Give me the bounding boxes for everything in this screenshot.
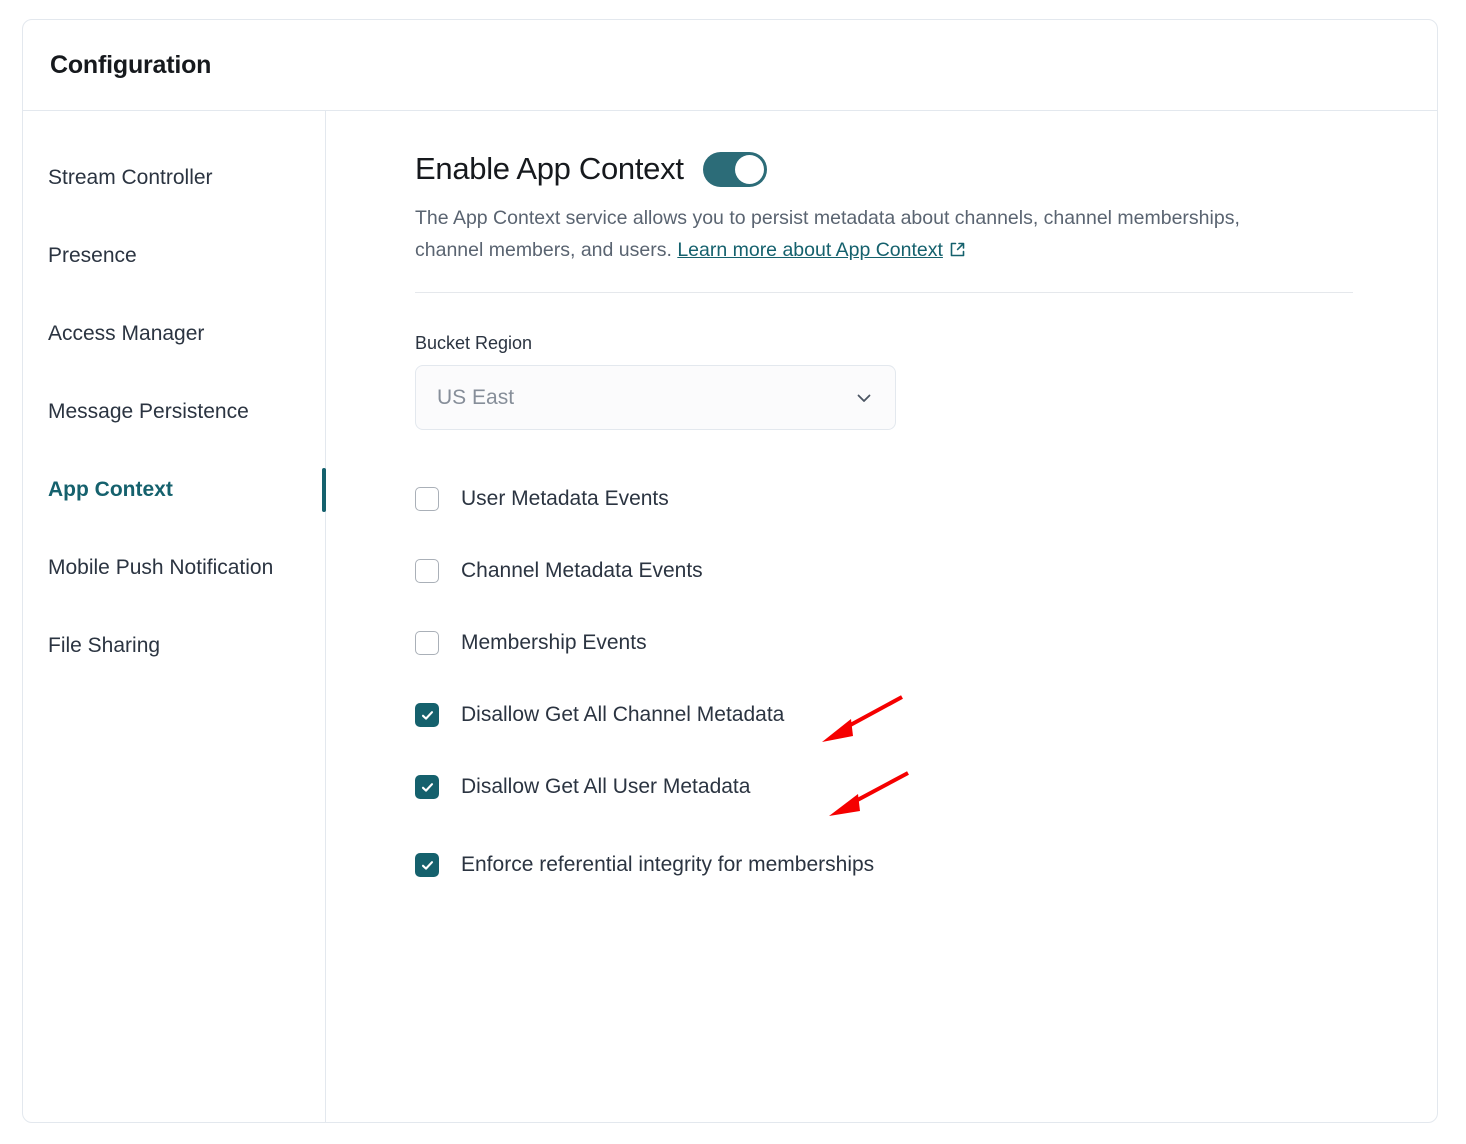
checkbox-list: User Metadata Events Channel Metadata Ev… [415,463,1369,907]
external-link-icon [949,237,966,269]
bucket-region-label: Bucket Region [415,333,1369,354]
configuration-card: Configuration Stream Controller Presence… [22,19,1438,1123]
sidebar-item-file-sharing[interactable]: File Sharing [23,607,325,685]
section-heading-row: Enable App Context [415,151,1369,187]
checkbox-user-metadata-events[interactable] [415,487,439,511]
sidebar-item-label: Mobile Push Notification [48,556,273,580]
sidebar-item-label: Presence [48,244,137,268]
toggle-knob [735,155,764,184]
page-title: Configuration [50,51,211,80]
check-icon [420,780,435,795]
checkbox-membership-events[interactable] [415,631,439,655]
checkbox-channel-metadata-events[interactable] [415,559,439,583]
bucket-region-select[interactable]: US East [415,365,896,430]
sidebar-item-mobile-push-notification[interactable]: Mobile Push Notification [23,529,325,607]
checkbox-label: Membership Events [461,626,647,660]
checkbox-row-channel-metadata-events[interactable]: Channel Metadata Events [415,535,1369,607]
sidebar-item-stream-controller[interactable]: Stream Controller [23,139,325,217]
bucket-region-value: US East [437,386,853,410]
section-title: Enable App Context [415,151,684,187]
sidebar-item-presence[interactable]: Presence [23,217,325,295]
checkbox-label: Disallow Get All User Metadata [461,770,750,804]
checkbox-label: Enforce referential integrity for member… [461,848,874,882]
checkbox-enforce-referential-integrity[interactable] [415,853,439,877]
check-icon [420,858,435,873]
checkbox-row-membership-events[interactable]: Membership Events [415,607,1369,679]
checkbox-label: Disallow Get All Channel Metadata [461,698,784,732]
checkbox-disallow-get-all-channel-metadata[interactable] [415,703,439,727]
checkbox-row-enforce-referential-integrity[interactable]: Enforce referential integrity for member… [415,823,1369,907]
bucket-region-field: Bucket Region US East [415,333,1369,430]
checkbox-label: User Metadata Events [461,482,669,516]
checkbox-label: Channel Metadata Events [461,554,703,588]
checkbox-row-disallow-get-all-channel-metadata[interactable]: Disallow Get All Channel Metadata [415,679,1369,751]
learn-more-link[interactable]: Learn more about App Context [677,239,943,261]
card-header: Configuration [23,20,1437,111]
sidebar-item-app-context[interactable]: App Context [23,451,325,529]
sidebar: Stream Controller Presence Access Manage… [23,111,326,1122]
checkbox-disallow-get-all-user-metadata[interactable] [415,775,439,799]
sidebar-item-access-manager[interactable]: Access Manager [23,295,325,373]
sidebar-item-label: File Sharing [48,634,160,658]
sidebar-item-label: App Context [48,478,173,502]
card-body: Stream Controller Presence Access Manage… [23,111,1437,1122]
sidebar-item-label: Access Manager [48,322,204,346]
check-icon [420,708,435,723]
sidebar-item-message-persistence[interactable]: Message Persistence [23,373,325,451]
chevron-down-icon [853,387,875,409]
enable-app-context-toggle[interactable] [703,152,767,187]
sidebar-item-label: Message Persistence [48,400,249,424]
section-divider [415,292,1353,293]
sidebar-item-label: Stream Controller [48,166,213,190]
section-description: The App Context service allows you to pe… [415,203,1285,268]
checkbox-row-disallow-get-all-user-metadata[interactable]: Disallow Get All User Metadata [415,751,1369,823]
checkbox-row-user-metadata-events[interactable]: User Metadata Events [415,463,1369,535]
main-panel: Enable App Context The App Context servi… [326,111,1437,1122]
